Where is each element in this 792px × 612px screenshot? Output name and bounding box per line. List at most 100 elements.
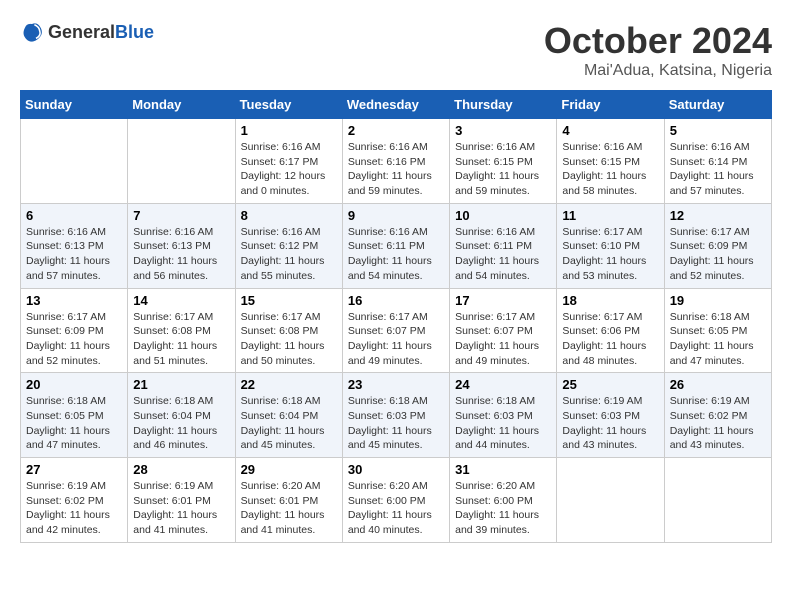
day-detail: Sunrise: 6:17 AMSunset: 6:10 PMDaylight:… [562,225,658,284]
day-detail: Sunrise: 6:20 AMSunset: 6:00 PMDaylight:… [455,479,551,538]
day-number: 8 [241,208,337,223]
day-number: 6 [26,208,122,223]
day-cell-2-2: 15Sunrise: 6:17 AMSunset: 6:08 PMDayligh… [235,288,342,373]
day-detail: Sunrise: 6:16 AMSunset: 6:17 PMDaylight:… [241,140,337,199]
day-number: 14 [133,293,229,308]
day-detail: Sunrise: 6:16 AMSunset: 6:15 PMDaylight:… [455,140,551,199]
day-detail: Sunrise: 6:16 AMSunset: 6:16 PMDaylight:… [348,140,444,199]
day-detail: Sunrise: 6:18 AMSunset: 6:04 PMDaylight:… [133,394,229,453]
day-cell-1-1: 7 Sunrise: 6:16 AMSunset: 6:13 PMDaylight… [128,203,235,288]
day-cell-3-1: 21 Sunrise: 6:18 AMSunset: 6:04 PMDayligh… [128,373,235,458]
day-detail: Sunrise: 6:18 AMSunset: 6:04 PMDaylight:… [241,394,337,453]
calendar-table: Sunday Monday Tuesday Wednesday Thursday… [20,90,772,543]
day-cell-1-5: 11Sunrise: 6:17 AMSunset: 6:10 PMDayligh… [557,203,664,288]
day-cell-2-4: 17 Sunrise: 6:17 AMSunset: 6:07 PMDayligh… [450,288,557,373]
day-number: 9 [348,208,444,223]
day-detail: Sunrise: 6:17 AMSunset: 6:07 PMDaylight:… [348,310,444,369]
day-number: 7 [133,208,229,223]
day-detail: Sunrise: 6:17 AMSunset: 6:08 PMDaylight:… [241,310,337,369]
day-cell-3-2: 22Sunrise: 6:18 AMSunset: 6:04 PMDayligh… [235,373,342,458]
day-number: 13 [26,293,122,308]
day-number: 26 [670,377,766,392]
day-cell-4-2: 29Sunrise: 6:20 AMSunset: 6:01 PMDayligh… [235,458,342,543]
header-tuesday: Tuesday [235,91,342,119]
day-number: 16 [348,293,444,308]
day-cell-1-6: 12Sunrise: 6:17 AMSunset: 6:09 PMDayligh… [664,203,771,288]
day-detail: Sunrise: 6:16 AMSunset: 6:12 PMDaylight:… [241,225,337,284]
day-number: 4 [562,123,658,138]
day-number: 20 [26,377,122,392]
logo: GeneralBlue [20,20,154,44]
day-detail: Sunrise: 6:16 AMSunset: 6:11 PMDaylight:… [455,225,551,284]
day-cell-1-2: 8 Sunrise: 6:16 AMSunset: 6:12 PMDaylight… [235,203,342,288]
day-cell-4-5 [557,458,664,543]
day-cell-3-4: 24 Sunrise: 6:18 AMSunset: 6:03 PMDayligh… [450,373,557,458]
day-detail: Sunrise: 6:16 AMSunset: 6:13 PMDaylight:… [26,225,122,284]
day-number: 25 [562,377,658,392]
week-row-2: 6 Sunrise: 6:16 AMSunset: 6:13 PMDaylight… [21,203,772,288]
day-cell-0-5: 4 Sunrise: 6:16 AMSunset: 6:15 PMDaylight… [557,119,664,204]
day-number: 27 [26,462,122,477]
week-row-5: 27 Sunrise: 6:19 AMSunset: 6:02 PMDayligh… [21,458,772,543]
day-detail: Sunrise: 6:18 AMSunset: 6:05 PMDaylight:… [26,394,122,453]
day-detail: Sunrise: 6:17 AMSunset: 6:08 PMDaylight:… [133,310,229,369]
calendar-header-row: Sunday Monday Tuesday Wednesday Thursday… [21,91,772,119]
day-number: 1 [241,123,337,138]
day-cell-4-6 [664,458,771,543]
day-cell-4-1: 28 Sunrise: 6:19 AMSunset: 6:01 PMDayligh… [128,458,235,543]
day-cell-3-5: 25 Sunrise: 6:19 AMSunset: 6:03 PMDayligh… [557,373,664,458]
day-cell-4-4: 31 Sunrise: 6:20 AMSunset: 6:00 PMDayligh… [450,458,557,543]
header-wednesday: Wednesday [342,91,449,119]
header-friday: Friday [557,91,664,119]
logo-blue: Blue [115,22,154,42]
day-number: 12 [670,208,766,223]
week-row-4: 20 Sunrise: 6:18 AMSunset: 6:05 PMDayligh… [21,373,772,458]
header-sunday: Sunday [21,91,128,119]
day-number: 30 [348,462,444,477]
week-row-3: 13 Sunrise: 6:17 AMSunset: 6:09 PMDayligh… [21,288,772,373]
day-cell-2-1: 14 Sunrise: 6:17 AMSunset: 6:08 PMDayligh… [128,288,235,373]
month-title: October 2024 [544,20,772,62]
day-cell-4-3: 30 Sunrise: 6:20 AMSunset: 6:00 PMDayligh… [342,458,449,543]
day-cell-3-3: 23 Sunrise: 6:18 AMSunset: 6:03 PMDayligh… [342,373,449,458]
day-number: 19 [670,293,766,308]
day-cell-1-4: 10 Sunrise: 6:16 AMSunset: 6:11 PMDayligh… [450,203,557,288]
day-detail: Sunrise: 6:18 AMSunset: 6:03 PMDaylight:… [455,394,551,453]
day-cell-2-6: 19 Sunrise: 6:18 AMSunset: 6:05 PMDayligh… [664,288,771,373]
day-number: 17 [455,293,551,308]
day-detail: Sunrise: 6:16 AMSunset: 6:15 PMDaylight:… [562,140,658,199]
day-cell-3-6: 26Sunrise: 6:19 AMSunset: 6:02 PMDayligh… [664,373,771,458]
title-block: October 2024 Mai'Adua, Katsina, Nigeria [544,20,772,80]
day-number: 5 [670,123,766,138]
day-number: 10 [455,208,551,223]
day-cell-0-6: 5 Sunrise: 6:16 AMSunset: 6:14 PMDaylight… [664,119,771,204]
day-number: 21 [133,377,229,392]
day-cell-2-5: 18Sunrise: 6:17 AMSunset: 6:06 PMDayligh… [557,288,664,373]
day-detail: Sunrise: 6:20 AMSunset: 6:00 PMDaylight:… [348,479,444,538]
day-cell-0-4: 3Sunrise: 6:16 AMSunset: 6:15 PMDaylight… [450,119,557,204]
day-cell-0-3: 2Sunrise: 6:16 AMSunset: 6:16 PMDaylight… [342,119,449,204]
day-detail: Sunrise: 6:16 AMSunset: 6:13 PMDaylight:… [133,225,229,284]
day-cell-1-3: 9Sunrise: 6:16 AMSunset: 6:11 PMDaylight… [342,203,449,288]
day-detail: Sunrise: 6:17 AMSunset: 6:09 PMDaylight:… [26,310,122,369]
location-title: Mai'Adua, Katsina, Nigeria [544,62,772,80]
day-detail: Sunrise: 6:19 AMSunset: 6:03 PMDaylight:… [562,394,658,453]
day-detail: Sunrise: 6:19 AMSunset: 6:01 PMDaylight:… [133,479,229,538]
day-detail: Sunrise: 6:18 AMSunset: 6:03 PMDaylight:… [348,394,444,453]
day-number: 23 [348,377,444,392]
day-cell-0-2: 1 Sunrise: 6:16 AMSunset: 6:17 PMDaylight… [235,119,342,204]
day-detail: Sunrise: 6:17 AMSunset: 6:07 PMDaylight:… [455,310,551,369]
day-cell-0-0 [21,119,128,204]
day-detail: Sunrise: 6:18 AMSunset: 6:05 PMDaylight:… [670,310,766,369]
day-detail: Sunrise: 6:16 AMSunset: 6:14 PMDaylight:… [670,140,766,199]
week-row-1: 1 Sunrise: 6:16 AMSunset: 6:17 PMDaylight… [21,119,772,204]
day-number: 18 [562,293,658,308]
day-number: 24 [455,377,551,392]
day-number: 31 [455,462,551,477]
day-detail: Sunrise: 6:19 AMSunset: 6:02 PMDaylight:… [26,479,122,538]
day-cell-3-0: 20 Sunrise: 6:18 AMSunset: 6:05 PMDayligh… [21,373,128,458]
day-cell-2-3: 16 Sunrise: 6:17 AMSunset: 6:07 PMDayligh… [342,288,449,373]
day-number: 28 [133,462,229,477]
day-detail: Sunrise: 6:20 AMSunset: 6:01 PMDaylight:… [241,479,337,538]
header-saturday: Saturday [664,91,771,119]
